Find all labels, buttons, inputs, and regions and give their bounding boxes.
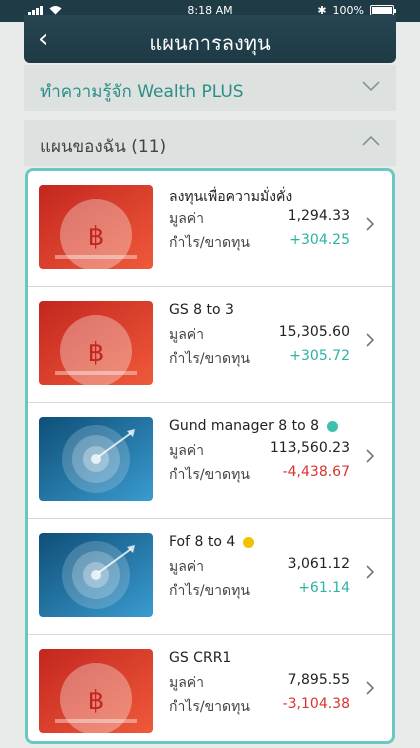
chevron-right-icon — [366, 449, 375, 463]
status-dot — [327, 420, 339, 432]
app-header: ‹ แผนการลงทุน — [24, 15, 396, 63]
gain-loss-label: กำไร/ขาดทุน — [169, 699, 250, 715]
plan-name: Gund manager 8 to 8 — [169, 418, 339, 434]
target-icon — [39, 417, 153, 501]
value-label: มูลค่า — [169, 211, 205, 227]
gain-loss-label: กำไร/ขาดทุน — [169, 583, 250, 599]
plan-value: 15,305.60 — [278, 324, 350, 340]
chevron-up-icon — [362, 135, 380, 146]
target-icon — [39, 533, 153, 617]
plan-gain-loss: +61.14 — [298, 580, 350, 596]
plan-name: GS 8 to 3 — [169, 302, 234, 318]
value-label: มูลค่า — [169, 559, 205, 575]
plan-value: 113,560.23 — [269, 440, 350, 456]
plan-gain-loss: -4,438.67 — [282, 464, 350, 480]
plan-item[interactable]: ฿ GS CRR1 มูลค่า 7,895.55 กำไร/ขาดทุน -3… — [28, 635, 392, 741]
plan-value: 3,061.12 — [287, 556, 350, 572]
value-label: มูลค่า — [169, 675, 205, 691]
plan-name: ลงทุนเพื่อความมั่งคั่ง — [169, 189, 293, 205]
value-label: มูลค่า — [169, 443, 205, 459]
plan-gain-loss: -3,104.38 — [282, 696, 350, 712]
plan-gain-loss: +304.25 — [289, 232, 350, 248]
plan-item[interactable]: Gund manager 8 to 8 มูลค่า 113,560.23 กำ… — [28, 403, 392, 519]
section-label: แผนของฉัน (11) — [40, 137, 167, 157]
gain-loss-label: กำไร/ขาดทุน — [169, 351, 250, 367]
plan-name: GS CRR1 — [169, 650, 232, 666]
section-label: ทำความรู้จัก Wealth PLUS — [40, 82, 244, 102]
piggy-coin-icon: ฿ — [39, 301, 153, 385]
plan-item[interactable]: ฿ ลงทุนเพื่อความมั่งคั่ง มูลค่า 1,294.33… — [28, 171, 392, 287]
plan-gain-loss: +305.72 — [289, 348, 350, 364]
svg-text:฿: ฿ — [88, 686, 105, 716]
plan-name: Fof 8 to 4 — [169, 534, 255, 550]
section-my-plans[interactable]: แผนของฉัน (11) — [24, 120, 396, 166]
svg-text:฿: ฿ — [88, 338, 105, 368]
plan-item[interactable]: ฿ GS 8 to 3 มูลค่า 15,305.60 กำไร/ขาดทุน… — [28, 287, 392, 403]
gain-loss-label: กำไร/ขาดทุน — [169, 467, 250, 483]
plans-list: ฿ ลงทุนเพื่อความมั่งคั่ง มูลค่า 1,294.33… — [25, 168, 395, 744]
page-title: แผนการลงทุน — [149, 31, 271, 55]
chevron-down-icon — [362, 81, 380, 92]
value-label: มูลค่า — [169, 327, 205, 343]
svg-text:฿: ฿ — [88, 222, 105, 252]
plan-value: 1,294.33 — [287, 208, 350, 224]
gain-loss-label: กำไร/ขาดทุน — [169, 235, 250, 251]
plan-value: 7,895.55 — [287, 672, 350, 688]
chevron-right-icon — [366, 217, 375, 231]
chevron-right-icon — [366, 565, 375, 579]
section-wealth-plus-intro[interactable]: ทำความรู้จัก Wealth PLUS — [24, 65, 396, 111]
plan-item[interactable]: Fof 8 to 4 มูลค่า 3,061.12 กำไร/ขาดทุน +… — [28, 519, 392, 635]
piggy-coin-icon: ฿ — [39, 185, 153, 269]
status-dot — [243, 536, 255, 548]
piggy-coin-icon: ฿ — [39, 649, 153, 733]
chevron-right-icon — [366, 681, 375, 695]
chevron-right-icon — [366, 333, 375, 347]
